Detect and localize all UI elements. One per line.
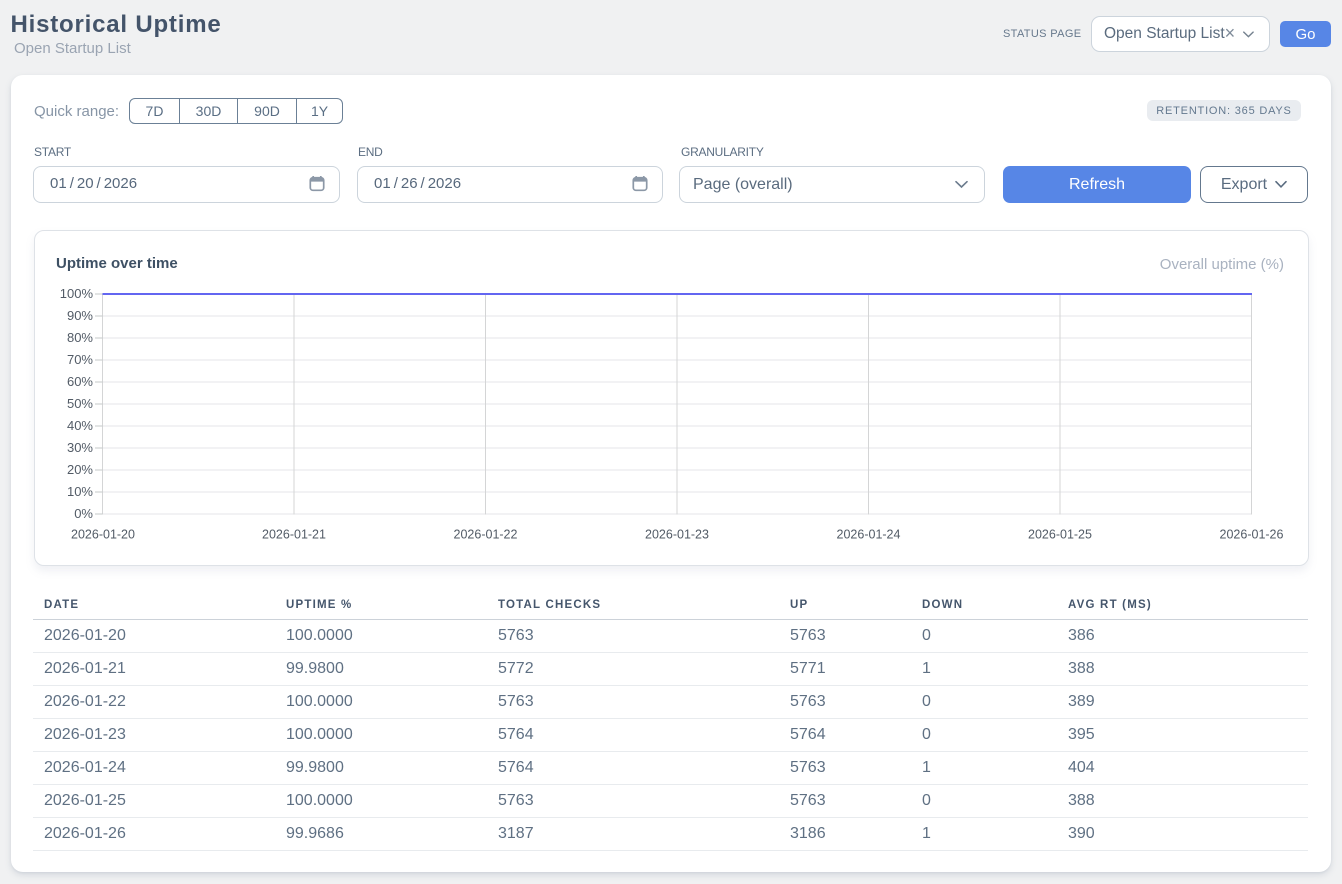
svg-text:40%: 40% [67, 418, 93, 433]
svg-text:50%: 50% [67, 396, 93, 411]
svg-text:2026-01-23: 2026-01-23 [645, 528, 709, 542]
svg-text:60%: 60% [67, 374, 93, 389]
svg-text:2026-01-26: 2026-01-26 [1220, 528, 1284, 542]
svg-text:30%: 30% [67, 440, 93, 455]
svg-text:20%: 20% [67, 462, 93, 477]
svg-text:0%: 0% [74, 506, 93, 521]
svg-text:2026-01-21: 2026-01-21 [262, 528, 326, 542]
svg-text:2026-01-22: 2026-01-22 [454, 528, 518, 542]
svg-text:70%: 70% [67, 352, 93, 367]
svg-text:2026-01-24: 2026-01-24 [837, 528, 901, 542]
svg-text:90%: 90% [67, 308, 93, 323]
svg-text:100%: 100% [60, 286, 94, 301]
svg-text:2026-01-25: 2026-01-25 [1028, 528, 1092, 542]
svg-text:2026-01-20: 2026-01-20 [71, 528, 135, 542]
svg-text:80%: 80% [67, 330, 93, 345]
svg-text:10%: 10% [67, 484, 93, 499]
